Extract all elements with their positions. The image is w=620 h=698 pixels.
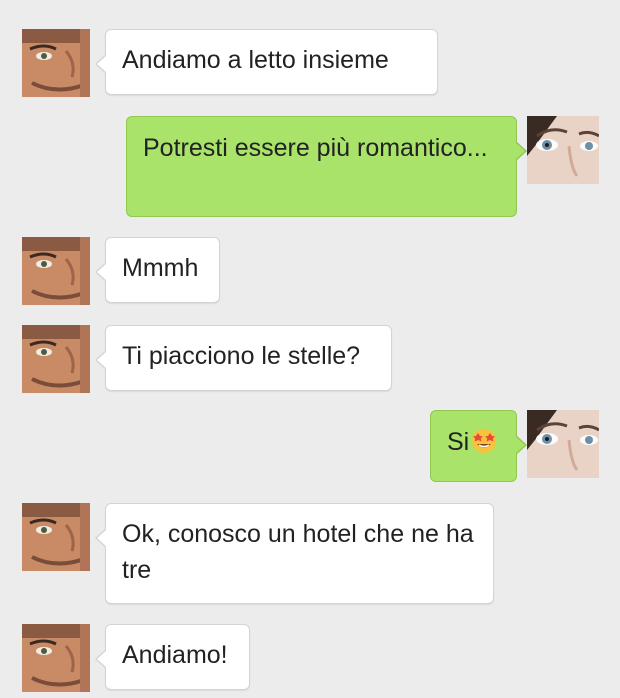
chat-thread: Andiamo a letto insieme Potresti essere … [0, 0, 620, 698]
message-text: Ok, conosco un hotel che ne ha tre [122, 520, 474, 584]
message-bubble-outgoing: Potresti essere più romantico... [126, 116, 527, 217]
message-bubble-outgoing: Si [430, 410, 527, 482]
man-avatar-icon[interactable] [22, 29, 90, 97]
man-avatar-icon[interactable] [22, 325, 90, 393]
message-text: Mmmh [122, 254, 199, 282]
man-avatar-icon[interactable] [22, 503, 90, 571]
message-text: Andiamo a letto insieme [122, 46, 389, 74]
message-bubble-incoming: Ok, conosco un hotel che ne ha tre [95, 503, 494, 604]
man-avatar-icon[interactable] [22, 624, 90, 692]
message-text: Ti piacciono le stelle? [122, 342, 361, 370]
star-struck-emoji-icon [472, 429, 497, 453]
message-bubble-incoming: Ti piacciono le stelle? [95, 325, 392, 391]
message-text: Si [447, 428, 470, 456]
woman-avatar-icon[interactable] [527, 410, 599, 478]
message-bubble-incoming: Andiamo a letto insieme [95, 29, 438, 95]
woman-avatar-icon[interactable] [527, 116, 599, 184]
message-bubble-incoming: Andiamo! [95, 624, 250, 690]
message-text: Potresti essere più romantico... [143, 134, 488, 162]
message-bubble-incoming: Mmmh [95, 237, 220, 303]
message-text: Andiamo! [122, 641, 228, 669]
man-avatar-icon[interactable] [22, 237, 90, 305]
